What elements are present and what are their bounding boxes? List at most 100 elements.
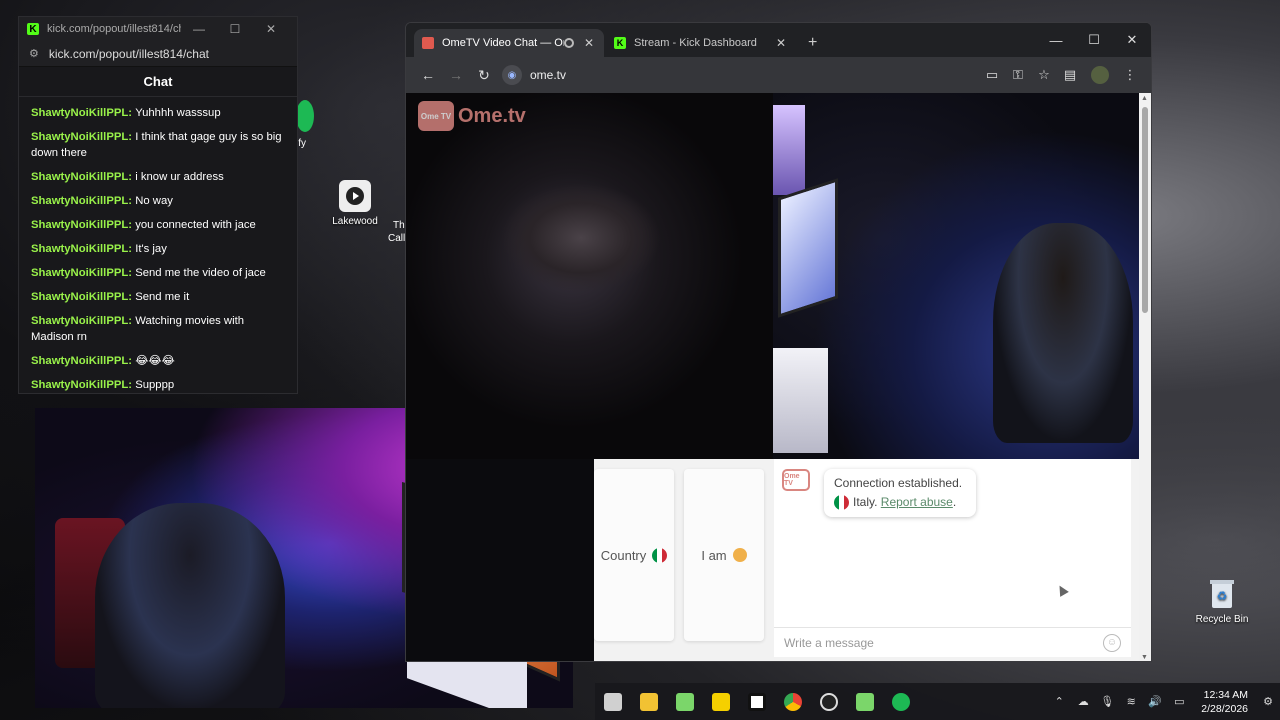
ometv-avatar-icon: Ome TV — [782, 469, 810, 491]
address-bar[interactable]: ◉ ome.tv — [502, 62, 973, 88]
back-button[interactable]: ← — [414, 67, 442, 83]
microphone-icon[interactable]: 🎙 — [1095, 695, 1119, 708]
url-bar[interactable]: ⚙ kick.com/popout/illest814/chat — [19, 41, 297, 67]
chat-username[interactable]: ShawtyNoiKillPPL — [31, 355, 128, 367]
chat-header: Chat — [19, 67, 297, 97]
tab-ometv[interactable]: OmeTV Video Chat — Ome ✕ — [414, 29, 604, 57]
task-view-icon[interactable] — [595, 684, 631, 720]
video-app-icon — [339, 180, 371, 212]
close-tab-icon[interactable]: ✕ — [582, 36, 596, 50]
camera-permission-icon[interactable]: ◉ — [502, 65, 522, 85]
live-app-icon[interactable] — [847, 684, 883, 720]
poster — [773, 105, 805, 195]
ometv-favicon-icon — [422, 37, 434, 49]
chat-username[interactable]: ShawtyNoiKillPPL — [31, 291, 128, 303]
stranger-hands — [501, 183, 661, 293]
spotify-icon[interactable] — [883, 684, 919, 720]
chat-message: ShawtyNoiKillPPL: Send me it — [31, 289, 285, 305]
chat-username[interactable]: ShawtyNoiKillPPL — [31, 315, 128, 327]
kick-logo-icon: K — [27, 23, 39, 35]
system-tray: ⌃ ☁ 🎙 ≋ 🔊 ▭ 12:34 AM 2/28/2026 ⚙ — [1047, 683, 1280, 720]
chat-text: It's jay — [135, 243, 167, 255]
notification-bell-icon[interactable]: ⚙ — [1256, 695, 1280, 708]
chat-username[interactable]: ShawtyNoiKillPPL — [31, 195, 128, 207]
report-abuse-link[interactable]: Report abuse — [881, 495, 953, 509]
svg-text:♻: ♻ — [1217, 589, 1228, 603]
reload-button[interactable]: ↻ — [470, 67, 498, 84]
taskbar: ⌃ ☁ 🎙 ≋ 🔊 ▭ 12:34 AM 2/28/2026 ⚙ — [595, 683, 1280, 720]
chat-message: ShawtyNoiKillPPL: 😂😂😂 — [31, 353, 285, 369]
window-title: kick.com/popout/illest814/chat... — [47, 23, 181, 35]
iam-label: I am — [701, 547, 727, 563]
close-button[interactable]: ✕ — [1113, 32, 1151, 48]
ometv-logo-icon: Ome TV — [418, 101, 454, 131]
menu-kebab-icon[interactable]: ⋮ — [1117, 67, 1143, 83]
mouse-cursor-icon — [1055, 583, 1069, 597]
cast-icon[interactable]: ▭ — [979, 67, 1005, 83]
chat-text: Send me the video of jace — [135, 267, 266, 279]
chat-username[interactable]: ShawtyNoiKillPPL — [31, 131, 128, 143]
clock[interactable]: 12:34 AM 2/28/2026 — [1201, 688, 1248, 716]
chrome-icon[interactable] — [775, 684, 811, 720]
wifi-icon[interactable]: ≋ — [1119, 695, 1143, 708]
stranger-video: Ome TV Ome.tv — [406, 93, 773, 459]
scroll-down-icon[interactable]: ▼ — [1141, 654, 1148, 661]
minimize-button[interactable]: — — [181, 22, 217, 36]
person-emoji-icon — [732, 548, 747, 562]
emoji-icon[interactable]: ☺ — [1103, 633, 1121, 652]
battery-icon[interactable]: ▭ — [1167, 695, 1191, 708]
forward-button[interactable]: → — [442, 67, 470, 83]
chat-message: ShawtyNoiKillPPL: Yuhhhh wasssup — [31, 105, 285, 121]
chat-text: No way — [135, 195, 173, 207]
gender-filter[interactable]: I am — [684, 469, 764, 641]
volume-icon[interactable]: 🔊 — [1143, 695, 1167, 708]
chat-text: Send me it — [135, 291, 190, 303]
obs-icon[interactable] — [811, 684, 847, 720]
country-filter[interactable]: Country — [594, 469, 674, 641]
url-text: kick.com/popout/illest814/chat — [48, 46, 209, 61]
desktop-icon-lakewood[interactable]: Lakewood — [325, 180, 385, 227]
message-placeholder: Write a message — [784, 635, 874, 650]
message-input[interactable]: Write a message ☺ — [774, 627, 1131, 657]
scrollbar-thumb[interactable] — [1142, 107, 1148, 313]
maximize-button[interactable]: ☐ — [217, 22, 253, 36]
side-panel-icon[interactable]: ▤ — [1057, 67, 1083, 83]
page-scrollbar[interactable]: ▲ ▼ — [1139, 93, 1151, 661]
minimize-button[interactable]: — — [1037, 33, 1075, 48]
spotify-desktop-icon[interactable] — [296, 100, 314, 132]
chat-message: ShawtyNoiKillPPL: I think that gage guy … — [31, 129, 285, 161]
chat-username[interactable]: ShawtyNoiKillPPL — [31, 243, 128, 255]
site-settings-icon[interactable]: ⚙ — [29, 47, 39, 60]
profile-avatar[interactable] — [1091, 66, 1109, 84]
password-key-icon[interactable]: ⚿ — [1005, 67, 1031, 83]
chat-message: ShawtyNoiKillPPL: Watching movies with M… — [31, 313, 285, 345]
onedrive-icon[interactable]: ☁ — [1071, 695, 1095, 708]
chevron-up-icon[interactable]: ⌃ — [1047, 695, 1071, 708]
italy-flag-icon — [834, 495, 849, 511]
maximize-button[interactable]: ☐ — [1075, 32, 1113, 48]
chat-username[interactable]: ShawtyNoiKillPPL — [31, 219, 128, 231]
control-panel: Country I am Ome TV Connection establish… — [594, 459, 1139, 661]
live-app-icon[interactable] — [667, 684, 703, 720]
connection-text: Connection established. — [834, 476, 963, 490]
chat-username[interactable]: ShawtyNoiKillPPL — [31, 267, 128, 279]
close-button[interactable]: ✕ — [253, 22, 289, 36]
desktop-icon-label: Recycle Bin — [1195, 614, 1249, 625]
bookmark-star-icon[interactable]: ☆ — [1031, 67, 1057, 83]
chat-username[interactable]: ShawtyNoiKillPPL — [31, 171, 128, 183]
capcut-icon[interactable] — [739, 684, 775, 720]
scroll-up-icon[interactable]: ▲ — [1141, 95, 1148, 102]
desktop-icon-recycle-bin[interactable]: ♻ Recycle Bin — [1192, 578, 1252, 625]
chrome-window: OmeTV Video Chat — Ome ✕ K Stream - Kick… — [405, 22, 1152, 662]
tab-kick-dashboard[interactable]: K Stream - Kick Dashboard ✕ — [606, 29, 796, 57]
clock-date: 2/28/2026 — [1201, 702, 1248, 715]
sticky-notes-icon[interactable] — [703, 684, 739, 720]
new-tab-button[interactable]: + — [798, 29, 827, 57]
italy-flag-icon — [652, 547, 668, 563]
file-explorer-icon[interactable] — [631, 684, 667, 720]
url-text: ome.tv — [530, 68, 567, 82]
chat-username[interactable]: ShawtyNoiKillPPL — [31, 107, 128, 119]
kick-chat-window: K kick.com/popout/illest814/chat... — ☐ … — [18, 16, 298, 394]
close-tab-icon[interactable]: ✕ — [774, 36, 788, 50]
chat-username[interactable]: ShawtyNoiKillPPL — [31, 379, 128, 391]
